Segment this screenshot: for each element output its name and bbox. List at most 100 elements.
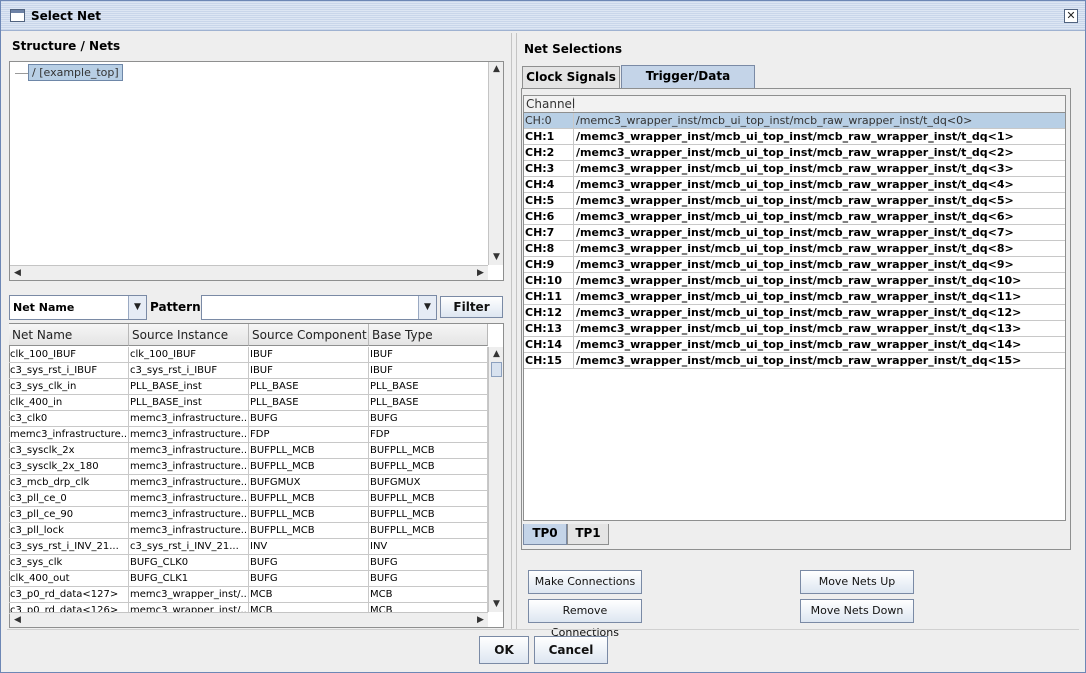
table-cell: IBUF <box>249 347 369 363</box>
column-header-base-type[interactable]: Base Type <box>369 324 488 346</box>
tree-horizontal-scrollbar[interactable]: ◀ ▶ <box>10 265 488 280</box>
chevron-down-icon[interactable]: ▼ <box>128 296 146 319</box>
column-header-source-component[interactable]: Source Component <box>249 324 369 346</box>
tab-tp1[interactable]: TP1 <box>567 524 609 545</box>
scroll-down-icon[interactable]: ▼ <box>489 250 504 265</box>
channel-row[interactable]: CH:10/memc3_wrapper_inst/mcb_ui_top_inst… <box>524 273 1065 289</box>
table-cell: c3_sys_clk_in <box>9 379 129 395</box>
table-cell: c3_pll_lock <box>9 523 129 539</box>
move-nets-down-button[interactable]: Move Nets Down <box>800 599 914 623</box>
channel-row[interactable]: CH:13/memc3_wrapper_inst/mcb_ui_top_inst… <box>524 321 1065 337</box>
column-header-source-instance[interactable]: Source Instance <box>129 324 249 346</box>
channel-row[interactable]: CH:2/memc3_wrapper_inst/mcb_ui_top_inst/… <box>524 145 1065 161</box>
table-cell: clk_400_in <box>9 395 129 411</box>
channel-row[interactable]: CH:8/memc3_wrapper_inst/mcb_ui_top_inst/… <box>524 241 1065 257</box>
tree-root-node[interactable]: / [example_top] <box>28 64 123 81</box>
structure-tree[interactable] <box>9 61 504 281</box>
channel-net-path: /memc3_wrapper_inst/mcb_ui_top_inst/mcb_… <box>576 322 1022 335</box>
table-row[interactable]: clk_100_IBUF clk_100_IBUF IBUF IBUF <box>9 347 488 363</box>
net-table-vertical-scrollbar[interactable]: ▲ ▼ <box>488 347 503 612</box>
channel-row[interactable]: CH:12/memc3_wrapper_inst/mcb_ui_top_inst… <box>524 305 1065 321</box>
tab-trigger-data-signals[interactable]: Trigger/Data Signals <box>621 65 755 103</box>
channel-row[interactable]: CH:3/memc3_wrapper_inst/mcb_ui_top_inst/… <box>524 161 1065 177</box>
filter-button[interactable]: Filter <box>440 296 503 318</box>
make-connections-button[interactable]: Make Connections <box>528 570 642 594</box>
table-row[interactable]: c3_mcb_drp_clk memc3_infrastructure... BUF… <box>9 475 488 491</box>
table-row[interactable]: c3_sysclk_2x memc3_infrastructure... BUFPL… <box>9 443 488 459</box>
tab-tp0[interactable]: TP0 <box>523 524 567 545</box>
remove-connections-button[interactable]: Remove Connections <box>528 599 642 639</box>
table-cell: c3_pll_ce_0 <box>9 491 129 507</box>
channel-row[interactable]: CH:6/memc3_wrapper_inst/mcb_ui_top_inst/… <box>524 209 1065 225</box>
channel-id: CH:6 <box>524 209 574 225</box>
channel-id: CH:5 <box>524 193 574 209</box>
scroll-down-icon[interactable]: ▼ <box>489 597 504 612</box>
split-pane-divider[interactable] <box>511 33 517 629</box>
channel-row[interactable]: CH:9/memc3_wrapper_inst/mcb_ui_top_inst/… <box>524 257 1065 273</box>
table-row[interactable]: c3_sys_clk BUFG_CLK0 BUFG BUFG <box>9 555 488 571</box>
channel-net-path: /memc3_wrapper_inst/mcb_ui_top_inst/mcb_… <box>576 306 1022 319</box>
table-row[interactable]: c3_pll_ce_0 memc3_infrastructure... BUFPLL… <box>9 491 488 507</box>
tree-vertical-scrollbar[interactable]: ▲ ▼ <box>488 62 503 265</box>
channel-id: CH:0 <box>524 113 574 129</box>
table-row[interactable]: c3_p0_rd_data<127> memc3_wrapper_inst/...… <box>9 587 488 603</box>
table-row[interactable]: c3_sys_clk_in PLL_BASE_inst PLL_BASE PLL_BA… <box>9 379 488 395</box>
net-table-horizontal-scrollbar[interactable]: ◀ ▶ <box>10 612 488 627</box>
table-cell: BUFPLL_MCB <box>249 443 369 459</box>
channel-row[interactable]: CH:5/memc3_wrapper_inst/mcb_ui_top_inst/… <box>524 193 1065 209</box>
pattern-input[interactable]: ▼ <box>201 295 437 320</box>
channel-net-path: /memc3_wrapper_inst/mcb_ui_top_inst/mcb_… <box>576 194 1014 207</box>
table-cell: c3_sys_rst_i_INV_21... <box>129 539 249 555</box>
table-cell: memc3_infrastructure... <box>129 475 249 491</box>
table-row[interactable]: clk_400_in PLL_BASE_inst PLL_BASE PLL_BASE <box>9 395 488 411</box>
table-cell: BUFG <box>369 555 488 571</box>
channel-id: CH:3 <box>524 161 574 177</box>
move-nets-up-button[interactable]: Move Nets Up <box>800 570 914 594</box>
channel-row[interactable]: CH:1/memc3_wrapper_inst/mcb_ui_top_inst/… <box>524 129 1065 145</box>
table-cell: PLL_BASE <box>249 395 369 411</box>
structure-nets-title: Structure / Nets <box>12 39 121 53</box>
table-cell: PLL_BASE <box>369 379 488 395</box>
scroll-thumb[interactable] <box>491 362 502 377</box>
scroll-left-icon[interactable]: ◀ <box>10 266 25 281</box>
table-row[interactable]: clk_400_out BUFG_CLK1 BUFG BUFG <box>9 571 488 587</box>
table-row[interactable]: memc3_infrastructure... memc3_infrastruct… <box>9 427 488 443</box>
table-row[interactable]: c3_pll_ce_90 memc3_infrastructure... BUFPL… <box>9 507 488 523</box>
channel-row[interactable]: CH:0/memc3_wrapper_inst/mcb_ui_top_inst/… <box>524 113 1065 129</box>
cancel-button[interactable]: Cancel <box>534 636 608 664</box>
channel-row[interactable]: CH:11/memc3_wrapper_inst/mcb_ui_top_inst… <box>524 289 1065 305</box>
pattern-label: Pattern: <box>150 300 206 314</box>
scroll-right-icon[interactable]: ▶ <box>473 613 488 628</box>
scroll-right-icon[interactable]: ▶ <box>473 266 488 281</box>
net-type-dropdown[interactable]: Net Name ▼ <box>9 295 147 320</box>
close-icon[interactable]: ✕ <box>1064 9 1078 23</box>
channel-net-path: /memc3_wrapper_inst/mcb_ui_top_inst/mcb_… <box>576 274 1022 287</box>
scroll-up-icon[interactable]: ▲ <box>489 347 504 362</box>
table-row[interactable]: c3_pll_lock memc3_infrastructure... BUFPLL… <box>9 523 488 539</box>
ok-button[interactable]: OK <box>479 636 529 664</box>
channel-net-path: /memc3_wrapper_inst/mcb_ui_top_inst/mcb_… <box>576 290 1022 303</box>
channel-row[interactable]: CH:4/memc3_wrapper_inst/mcb_ui_top_inst/… <box>524 177 1065 193</box>
table-cell: memc3_wrapper_inst/... <box>129 587 249 603</box>
table-cell: c3_p0_rd_data<127> <box>9 587 129 603</box>
tab-clock-signals[interactable]: Clock Signals <box>522 66 620 88</box>
channel-row[interactable]: CH:15/memc3_wrapper_inst/mcb_ui_top_inst… <box>524 353 1065 369</box>
table-row[interactable]: c3_sys_rst_i_INV_21... c3_sys_rst_i_INV_2… <box>9 539 488 555</box>
channel-net-path: /memc3_wrapper_inst/mcb_ui_top_inst/mcb_… <box>576 114 973 127</box>
column-header-channel[interactable]: Channel <box>526 97 575 111</box>
chevron-down-icon[interactable]: ▼ <box>418 296 436 319</box>
channel-row[interactable]: CH:7/memc3_wrapper_inst/mcb_ui_top_inst/… <box>524 225 1065 241</box>
column-header-net-name[interactable]: Net Name <box>9 324 129 346</box>
table-row[interactable]: c3_clk0 memc3_infrastructure... BUFG BUFG <box>9 411 488 427</box>
table-cell: INV <box>369 539 488 555</box>
table-cell: c3_mcb_drp_clk <box>9 475 129 491</box>
table-cell: BUFPLL_MCB <box>249 459 369 475</box>
table-cell: MCB <box>369 587 488 603</box>
table-row[interactable]: c3_sysclk_2x_180 memc3_infrastructure... B… <box>9 459 488 475</box>
table-cell: BUFPLL_MCB <box>249 523 369 539</box>
channel-net-path: /memc3_wrapper_inst/mcb_ui_top_inst/mcb_… <box>576 178 1014 191</box>
scroll-up-icon[interactable]: ▲ <box>489 62 504 77</box>
scroll-left-icon[interactable]: ◀ <box>10 613 25 628</box>
table-row[interactable]: c3_sys_rst_i_IBUF c3_sys_rst_i_IBUF IBUF IB… <box>9 363 488 379</box>
channel-row[interactable]: CH:14/memc3_wrapper_inst/mcb_ui_top_inst… <box>524 337 1065 353</box>
